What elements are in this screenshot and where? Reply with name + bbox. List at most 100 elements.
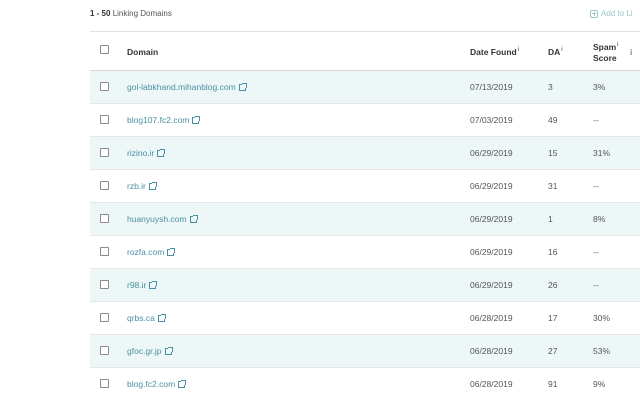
external-link-icon[interactable] [157, 148, 166, 157]
results-header: 1 - 50 Linking Domains Add to Li [90, 7, 640, 23]
range-count: 1 - 50 [90, 9, 111, 18]
info-icon[interactable]: i [518, 47, 519, 53]
column-spam-line2: Score [593, 52, 617, 63]
spam-score-cell: 53% [593, 346, 611, 356]
da-cell: 91 [548, 379, 558, 389]
column-da[interactable]: DAi [548, 47, 563, 57]
external-link-icon[interactable] [238, 82, 247, 91]
row-checkbox[interactable] [100, 214, 109, 223]
domain-link[interactable]: rizino.ir [127, 148, 154, 158]
info-icon[interactable]: i [617, 42, 618, 48]
info-icon[interactable]: i [561, 47, 562, 53]
domain-cell[interactable]: blog107.fc2.com [127, 115, 201, 125]
add-to-list-button[interactable]: Add to Li [590, 9, 633, 18]
table-row: rizino.ir 06/29/2019 15 31% [90, 137, 640, 170]
date-found-cell: 07/13/2019 [470, 82, 513, 92]
domain-link[interactable]: rozfa.com [127, 247, 164, 257]
domain-cell[interactable]: rizino.ir [127, 148, 166, 158]
domain-link[interactable]: r98.ir [127, 280, 146, 290]
row-checkbox[interactable] [100, 82, 109, 91]
spam-score-cell: 31% [593, 148, 611, 158]
domain-link[interactable]: gol-labkhand.mihanblog.com [127, 82, 236, 92]
spam-score-cell: -- [593, 280, 599, 290]
date-found-cell: 06/28/2019 [470, 379, 513, 389]
table-row: blog107.fc2.com 07/03/2019 49 -- [90, 104, 640, 137]
spam-score-cell: -- [593, 181, 599, 191]
table-row: gfoc.gr.jp 06/28/2019 27 53% [90, 335, 640, 368]
date-found-cell: 06/29/2019 [470, 247, 513, 257]
column-da-label: DA [548, 47, 561, 57]
external-link-icon[interactable] [178, 379, 187, 388]
spam-score-cell: -- [593, 247, 599, 257]
table-row: rzb.ir 06/29/2019 31 -- [90, 170, 640, 203]
row-checkbox[interactable] [100, 247, 109, 256]
external-link-icon[interactable] [167, 247, 176, 256]
row-checkbox[interactable] [100, 346, 109, 355]
date-found-cell: 06/29/2019 [470, 214, 513, 224]
date-found-cell: 06/29/2019 [470, 280, 513, 290]
da-cell: 49 [548, 115, 558, 125]
domain-cell[interactable]: huanyuysh.com [127, 214, 198, 224]
table-row: blog.fc2.com 06/28/2019 91 9% [90, 368, 640, 400]
external-link-icon[interactable] [148, 181, 157, 190]
spam-score-cell: 3% [593, 82, 606, 92]
column-spam-line1: Spam [593, 41, 617, 52]
spam-score-cell: -- [593, 115, 599, 125]
date-found-cell: 06/29/2019 [470, 148, 513, 158]
table-row: r98.ir 06/29/2019 26 -- [90, 269, 640, 302]
linking-domains-table: Domain Date Foundi DAi Spami Score i gol-… [90, 31, 640, 400]
table-row: qrbs.ca 06/28/2019 17 30% [90, 302, 640, 335]
column-domain[interactable]: Domain [127, 47, 158, 57]
domain-link[interactable]: rzb.ir [127, 181, 146, 191]
row-checkbox[interactable] [100, 115, 109, 124]
add-to-list-label: Add to Li [601, 9, 633, 18]
column-date-found-label: Date Found [470, 47, 517, 57]
date-found-cell: 07/03/2019 [470, 115, 513, 125]
plus-icon [590, 9, 598, 18]
domain-link[interactable]: qrbs.ca [127, 313, 155, 323]
external-link-icon[interactable] [192, 115, 201, 124]
domain-cell[interactable]: r98.ir [127, 280, 158, 290]
domain-cell[interactable]: gol-labkhand.mihanblog.com [127, 82, 247, 92]
da-cell: 31 [548, 181, 558, 191]
table-header: Domain Date Foundi DAi Spami Score i [90, 31, 640, 71]
da-cell: 16 [548, 247, 558, 257]
row-checkbox[interactable] [100, 379, 109, 388]
da-cell: 1 [548, 214, 553, 224]
spam-score-cell: 9% [593, 379, 606, 389]
domain-cell[interactable]: gfoc.gr.jp [127, 346, 173, 356]
external-link-icon[interactable] [157, 313, 166, 322]
da-cell: 3 [548, 82, 553, 92]
da-cell: 15 [548, 148, 558, 158]
table-row: gol-labkhand.mihanblog.com 07/13/2019 3 … [90, 71, 640, 104]
da-cell: 27 [548, 346, 558, 356]
range-suffix: Linking Domains [110, 9, 172, 18]
domain-link[interactable]: gfoc.gr.jp [127, 346, 162, 356]
results-range: 1 - 50 Linking Domains [90, 9, 172, 18]
column-sort-indicator[interactable]: i [630, 47, 632, 57]
row-checkbox[interactable] [100, 280, 109, 289]
da-cell: 17 [548, 313, 558, 323]
spam-score-cell: 30% [593, 313, 611, 323]
domain-cell[interactable]: rozfa.com [127, 247, 176, 257]
row-checkbox[interactable] [100, 181, 109, 190]
linking-domains-page: 1 - 50 Linking Domains Add to Li Domain … [0, 0, 640, 400]
domain-cell[interactable]: rzb.ir [127, 181, 157, 191]
domain-link[interactable]: blog107.fc2.com [127, 115, 189, 125]
select-all-checkbox[interactable] [100, 45, 109, 54]
column-date-found[interactable]: Date Foundi [470, 47, 519, 57]
domain-link[interactable]: huanyuysh.com [127, 214, 187, 224]
domain-link[interactable]: blog.fc2.com [127, 379, 175, 389]
date-found-cell: 06/28/2019 [470, 346, 513, 356]
spam-score-cell: 8% [593, 214, 606, 224]
row-checkbox[interactable] [100, 148, 109, 157]
column-spam-score[interactable]: Spami Score [593, 40, 619, 64]
external-link-icon[interactable] [149, 280, 158, 289]
domain-cell[interactable]: blog.fc2.com [127, 379, 187, 389]
domain-cell[interactable]: qrbs.ca [127, 313, 166, 323]
row-checkbox[interactable] [100, 313, 109, 322]
table-row: huanyuysh.com 06/29/2019 1 8% [90, 203, 640, 236]
date-found-cell: 06/28/2019 [470, 313, 513, 323]
external-link-icon[interactable] [164, 346, 173, 355]
external-link-icon[interactable] [189, 214, 198, 223]
